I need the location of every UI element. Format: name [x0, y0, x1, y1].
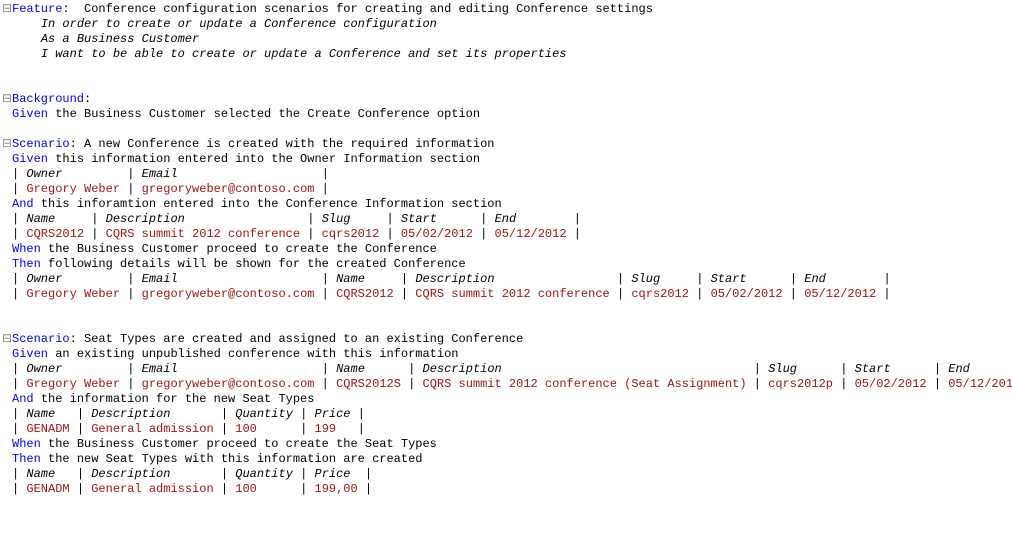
feature-keyword: Feature	[12, 2, 62, 16]
fold-icon[interactable]: ⊟	[2, 137, 12, 152]
feature-narrative-1: In order to create or update a Conferenc…	[2, 17, 1010, 32]
scenario1-step4: Then following details will be shown for…	[2, 257, 1010, 272]
table-row: | Gregory Weber | gregoryweber@contoso.c…	[2, 377, 1010, 392]
scenario2-title: Seat Types are created and assigned to a…	[84, 332, 523, 346]
scenario1-step2: And this inforamtion entered into the Co…	[2, 197, 1010, 212]
background-line: ⊟Background:	[2, 92, 1010, 107]
table-row: | Name | Description | Quantity | Price …	[2, 467, 1010, 482]
table-row: | Name | Description | Quantity | Price …	[2, 407, 1010, 422]
scenario1-line: ⊟Scenario: A new Conference is created w…	[2, 137, 1010, 152]
scenario2-step3: When the Business Customer proceed to cr…	[2, 437, 1010, 452]
table-row: | GENADM | General admission | 100 | 199…	[2, 482, 1010, 497]
feature-narrative-2: As a Business Customer	[2, 32, 1010, 47]
scenario2-step1: Given an existing unpublished conference…	[2, 347, 1010, 362]
table-row: | GENADM | General admission | 100 | 199…	[2, 422, 1010, 437]
feature-title: Conference configuration scenarios for c…	[84, 2, 653, 16]
background-keyword: Background	[12, 92, 84, 106]
feature-line: ⊟Feature: Conference configuration scena…	[2, 2, 1010, 17]
scenario2-line: ⊟Scenario: Seat Types are created and as…	[2, 332, 1010, 347]
scenario1-step3: When the Business Customer proceed to cr…	[2, 242, 1010, 257]
background-step: Given the Business Customer selected the…	[2, 107, 1010, 122]
table-row: | Name | Description | Slug | Start | En…	[2, 212, 1010, 227]
scenario2-step2: And the information for the new Seat Typ…	[2, 392, 1010, 407]
table-row: | Gregory Weber | gregoryweber@contoso.c…	[2, 182, 1010, 197]
feature-narrative-3: I want to be able to create or update a …	[2, 47, 1010, 62]
table-row: | CQRS2012 | CQRS summit 2012 conference…	[2, 227, 1010, 242]
scenario2-step4: Then the new Seat Types with this inform…	[2, 452, 1010, 467]
scenario1-step1: Given this information entered into the …	[2, 152, 1010, 167]
scenario1-title: A new Conference is created with the req…	[84, 137, 494, 151]
fold-icon[interactable]: ⊟	[2, 92, 12, 107]
table-row: | Owner | Email |	[2, 167, 1010, 182]
table-row: | Owner | Email | Name | Description | S…	[2, 272, 1010, 287]
table-row: | Gregory Weber | gregoryweber@contoso.c…	[2, 287, 1010, 302]
fold-icon[interactable]: ⊟	[2, 2, 12, 17]
fold-icon[interactable]: ⊟	[2, 332, 12, 347]
table-row: | Owner | Email | Name | Description | S…	[2, 362, 1010, 377]
